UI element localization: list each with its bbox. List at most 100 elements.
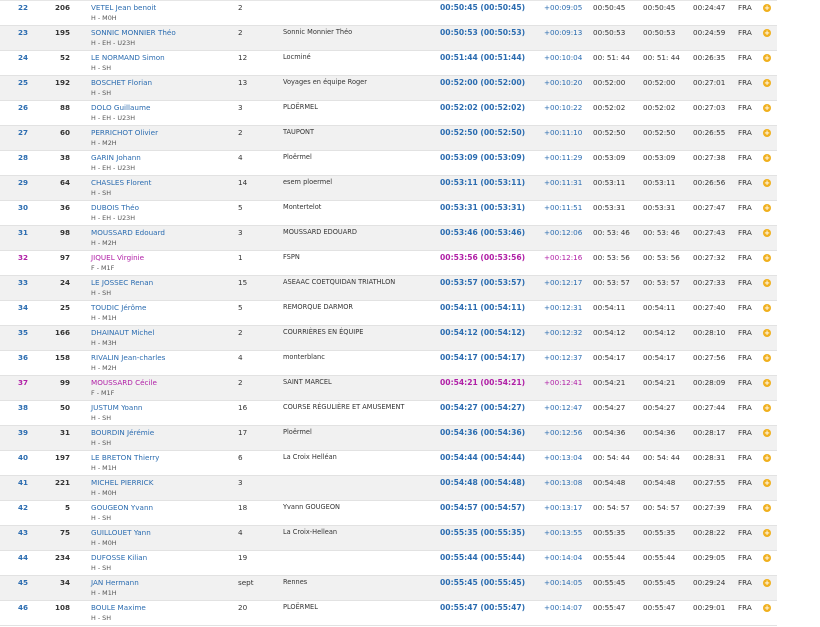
athlete-name-link[interactable]: MOUSSARD Cécile (91, 378, 157, 387)
split-3-cell: 00:27:55 (693, 478, 726, 487)
laps-cell: 18 (238, 503, 248, 512)
plus-circle-icon[interactable]: + (763, 479, 771, 487)
laps-cell: 20 (238, 603, 248, 612)
plus-circle-icon[interactable]: + (763, 329, 771, 337)
nationality-cell: FRA (738, 303, 752, 312)
table-row: 37 99 MOUSSARD Cécile F - M1F 2 SAINT MARCEL 0… (0, 376, 777, 401)
split-3-cell: 00:28:22 (693, 528, 726, 537)
athlete-name-link[interactable]: JAN Hermann (91, 578, 139, 587)
split-1-cell: 00:52:02 (593, 103, 626, 112)
athlete-name-link[interactable]: LE BRETON Thierry (91, 453, 159, 462)
athlete-name-link[interactable]: DUFOSSE Kilian (91, 553, 147, 562)
athlete-name-link[interactable]: GOUGEON Yvann (91, 503, 153, 512)
split-3-cell: 00:27:39 (693, 503, 726, 512)
plus-circle-icon[interactable]: + (763, 179, 771, 187)
nationality-cell: FRA (738, 503, 752, 512)
athlete-name-link[interactable]: LE JOSSEC Renan (91, 278, 153, 287)
category-label: H - SH (91, 439, 112, 447)
plus-circle-icon[interactable]: + (763, 354, 771, 362)
plus-circle-icon[interactable]: + (763, 229, 771, 237)
split-1-cell: 00: 53: 57 (593, 278, 630, 287)
athlete-name-link[interactable]: GARIN Johann (91, 153, 141, 162)
bib-cell: 97 (59, 253, 70, 262)
split-3-cell: 00:28:09 (693, 378, 726, 387)
plus-circle-icon[interactable]: + (763, 104, 771, 112)
plus-circle-icon[interactable]: + (763, 604, 771, 612)
plus-circle-icon[interactable]: + (763, 79, 771, 87)
gap-cell: +00:12:32 (544, 328, 583, 337)
athlete-name-link[interactable]: LE NORMAND Simon (91, 53, 165, 62)
split-2-cell: 00:54:12 (643, 328, 676, 337)
athlete-name-link[interactable]: MOUSSARD Edouard (91, 228, 165, 237)
athlete-name-link[interactable]: JIQUEL Virginie (91, 253, 144, 262)
plus-circle-icon[interactable]: + (763, 304, 771, 312)
athlete-name-link[interactable]: DOLO Guillaume (91, 103, 150, 112)
plus-circle-icon[interactable]: + (763, 154, 771, 162)
nationality-cell: FRA (738, 328, 752, 337)
athlete-name-link[interactable]: DUBOIS Théo (91, 203, 139, 212)
rank-cell: 32 (17, 253, 28, 262)
athlete-name-link[interactable]: RIVALIN Jean-charles (91, 353, 165, 362)
athlete-name-link[interactable]: PERRICHOT Olivier (91, 128, 158, 137)
plus-circle-icon[interactable]: + (763, 429, 771, 437)
table-row: 33 24 LE JOSSEC Renan H - SH 15 ASEAAC COETQU… (0, 276, 777, 301)
bib-cell: 221 (54, 478, 70, 487)
plus-circle-icon[interactable]: + (763, 4, 771, 12)
athlete-name-link[interactable]: BOURDIN Jérémie (91, 428, 154, 437)
split-3-cell: 00:26:55 (693, 128, 726, 137)
plus-circle-icon[interactable]: + (763, 379, 771, 387)
rank-cell: 46 (17, 603, 28, 612)
results-table: 22 206 VETEL Jean benoit H - M0H 2 00:50:45 (… (0, 0, 777, 626)
gap-cell: +00:12:31 (544, 303, 583, 312)
plus-circle-icon[interactable]: + (763, 454, 771, 462)
time-cell: 00:54:44 (00:54:44) (440, 453, 526, 462)
bib-cell: 31 (59, 428, 70, 437)
plus-circle-icon[interactable]: + (763, 404, 771, 412)
category-label: H - M0H (91, 489, 117, 497)
rank-cell: 24 (17, 53, 28, 62)
split-3-cell: 00:24:47 (693, 3, 726, 12)
table-row: 25 192 BOSCHET Florian H - SH 13 Voyages en é… (0, 76, 777, 101)
time-cell: 00:51:44 (00:51:44) (440, 53, 526, 62)
table-row: 28 38 GARIN Johann H - EH - U23H 4 Ploërmel 00… (0, 151, 777, 176)
gap-cell: +00:12:16 (544, 253, 583, 262)
nationality-cell: FRA (738, 403, 752, 412)
nationality-cell: FRA (738, 278, 752, 287)
laps-cell: 4 (238, 153, 243, 162)
gap-cell: +00:12:41 (544, 378, 583, 387)
athlete-name-link[interactable]: BOULE Maxime (91, 603, 146, 612)
table-row: 38 50 JUSTUM Yoann H - SH 16 COURSE RÉGULIÈRE… (0, 401, 777, 426)
plus-circle-icon[interactable]: + (763, 529, 771, 537)
rank-cell: 23 (17, 28, 28, 37)
plus-circle-icon[interactable]: + (763, 554, 771, 562)
athlete-name-link[interactable]: JUSTUM Yoann (91, 403, 142, 412)
split-2-cell: 00: 54: 44 (643, 453, 680, 462)
plus-circle-icon[interactable]: + (763, 204, 771, 212)
athlete-name-link[interactable]: TOUDIC Jérôme (91, 303, 146, 312)
rank-cell: 42 (17, 503, 28, 512)
table-row: 44 234 DUFOSSE Kilian H - SH 19 00:55:44 (00:… (0, 551, 777, 576)
plus-circle-icon[interactable]: + (763, 54, 771, 62)
category-label: H - SH (91, 614, 112, 622)
plus-circle-icon[interactable]: + (763, 254, 771, 262)
plus-circle-icon[interactable]: + (763, 504, 771, 512)
athlete-name-link[interactable]: DHAINAUT Michel (91, 328, 154, 337)
bib-cell: 34 (59, 578, 70, 587)
club-cell: Voyages en équipe Roger (283, 78, 367, 86)
time-cell: 00:53:57 (00:53:57) (440, 278, 526, 287)
plus-circle-icon[interactable]: + (763, 29, 771, 37)
plus-circle-icon[interactable]: + (763, 129, 771, 137)
nationality-cell: FRA (738, 428, 752, 437)
plus-circle-icon[interactable]: + (763, 279, 771, 287)
athlete-name-link[interactable]: BOSCHET Florian (91, 78, 152, 87)
athlete-name-link[interactable]: VETEL Jean benoit (91, 3, 156, 12)
nationality-cell: FRA (738, 78, 752, 87)
athlete-name-link[interactable]: GUILLOUET Yann (91, 528, 151, 537)
athlete-name-link[interactable]: SONNIC MONNIER Théo (91, 28, 176, 37)
table-row: 31 98 MOUSSARD Edouard H - M2H 3 MOUSSARD EDO… (0, 226, 777, 251)
plus-circle-icon[interactable]: + (763, 579, 771, 587)
laps-cell: 2 (238, 128, 243, 137)
athlete-name-link[interactable]: MICHEL PIERRICK (91, 478, 153, 487)
split-2-cell: 00:53:11 (643, 178, 676, 187)
athlete-name-link[interactable]: CHASLES Florent (91, 178, 151, 187)
